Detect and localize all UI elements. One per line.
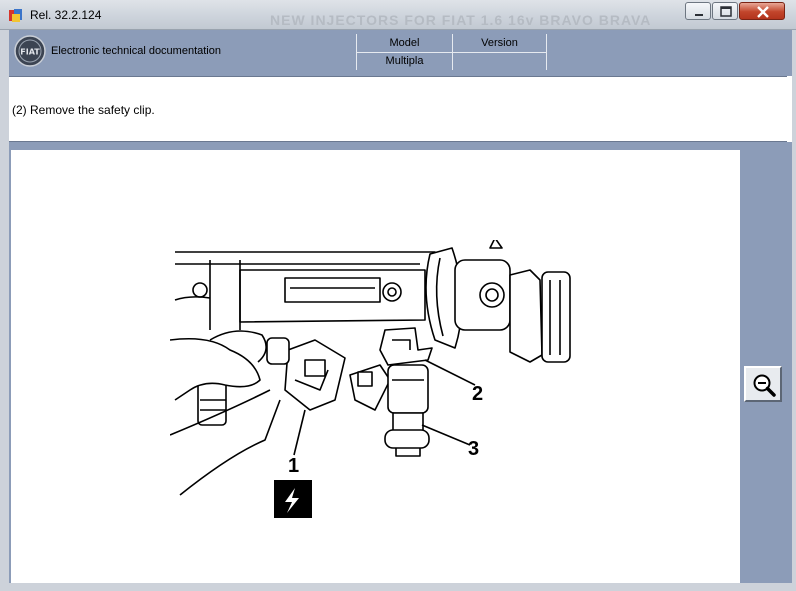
section-divider (0, 142, 796, 150)
zoom-out-button[interactable] (744, 366, 782, 402)
minimize-button[interactable] (685, 2, 711, 20)
header-divider (546, 34, 547, 70)
header-row-divider (356, 52, 546, 53)
window-left-frame (0, 30, 9, 591)
app-icon (9, 9, 22, 22)
callout-2: 2 (472, 383, 483, 405)
window-title-shadow: NEW INJECTORS FOR FIAT 1.6 16v BRAVO BRA… (270, 12, 652, 28)
maximize-icon (720, 6, 732, 17)
callout-1: 1 (288, 455, 299, 477)
close-icon (757, 6, 769, 18)
fiat-logo: FIAT (14, 35, 46, 67)
maximize-button[interactable] (712, 2, 738, 20)
version-column-header: Version (481, 37, 518, 49)
model-column-header: Model (389, 37, 420, 49)
injector-illustration: 1 2 3 (170, 240, 571, 518)
window-title: Rel. 32.2.124 (30, 8, 102, 22)
instruction-text: (2) Remove the safety clip. (12, 103, 155, 117)
window-titlebar[interactable]: Rel. 32.2.124 NEW INJECTORS FOR FIAT 1.6… (0, 0, 796, 30)
close-button[interactable] (739, 2, 785, 20)
minimize-icon (695, 14, 703, 16)
zoom-out-magnifier-icon (753, 374, 776, 397)
model-value: Multipla (385, 55, 424, 67)
callout-3: 3 (468, 438, 479, 460)
window-bottom-frame (0, 583, 796, 591)
instruction-panel: (2) Remove the safety clip. (9, 76, 787, 142)
svg-text:FIAT: FIAT (20, 48, 40, 57)
doc-label: Electronic technical documentation (51, 45, 221, 57)
electric-warning-icon (274, 480, 312, 518)
window-right-frame (792, 30, 796, 591)
